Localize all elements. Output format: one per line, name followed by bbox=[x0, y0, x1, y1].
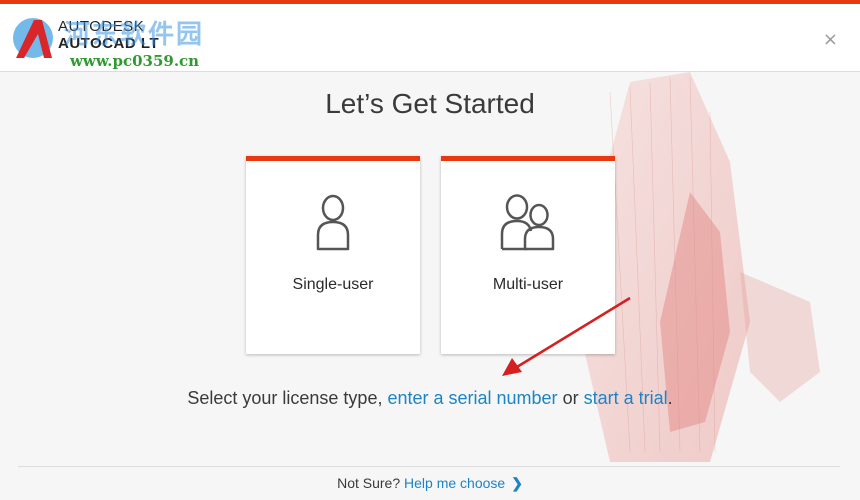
single-user-card[interactable]: Single-user bbox=[246, 156, 420, 354]
prompt-or-text: or bbox=[557, 388, 584, 408]
watermark-site-name: 河东软件园 bbox=[64, 20, 205, 50]
close-button[interactable]: × bbox=[823, 31, 838, 49]
header-bar: AUTODESK AUTOCAD LT 河东软件园 www.pc0359.cn … bbox=[0, 4, 860, 72]
watermark-site-url: www.pc0359.cn bbox=[70, 52, 200, 70]
not-sure-text: Not Sure? bbox=[337, 475, 401, 491]
prompt-suffix-text: . bbox=[667, 388, 673, 408]
help-me-choose-link[interactable]: Help me choose bbox=[404, 475, 505, 491]
footer: Not Sure? Help me choose ❯ bbox=[0, 475, 860, 492]
chevron-right-icon[interactable]: ❯ bbox=[511, 475, 523, 491]
multi-user-icon bbox=[500, 194, 555, 251]
footer-divider bbox=[18, 466, 840, 467]
single-user-icon bbox=[316, 194, 350, 251]
license-prompt: Select your license type, enter a serial… bbox=[0, 388, 860, 409]
start-trial-link[interactable]: start a trial bbox=[584, 388, 668, 408]
annotation-arrow bbox=[502, 296, 631, 376]
single-user-label: Single-user bbox=[292, 276, 374, 293]
prompt-prefix-text: Select your license type, bbox=[187, 388, 388, 408]
enter-serial-number-link[interactable]: enter a serial number bbox=[387, 388, 557, 408]
autocad-logo-icon bbox=[13, 18, 53, 58]
page-title: Let’s Get Started bbox=[325, 88, 535, 119]
